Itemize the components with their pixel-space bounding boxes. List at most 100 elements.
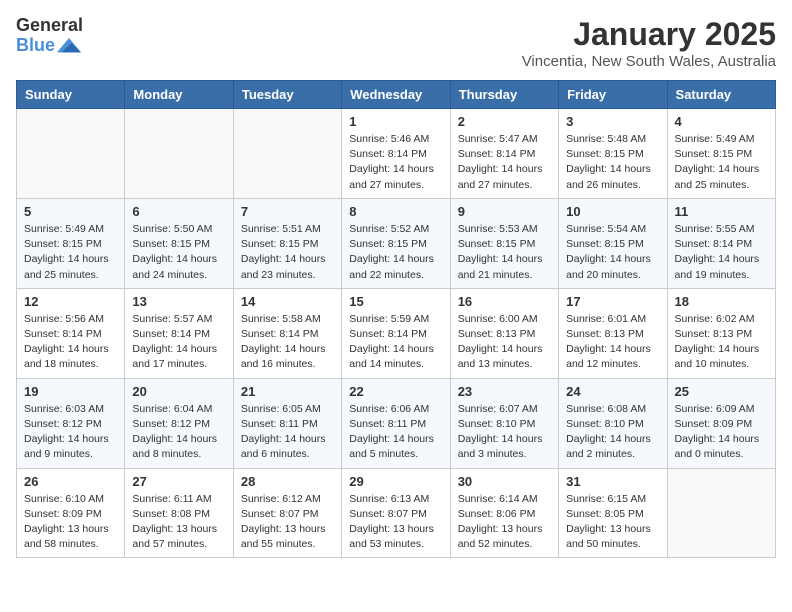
calendar-cell bbox=[125, 109, 233, 199]
day-info: Sunrise: 6:03 AMSunset: 8:12 PMDaylight:… bbox=[24, 402, 117, 463]
day-info: Sunrise: 6:13 AMSunset: 8:07 PMDaylight:… bbox=[349, 492, 442, 553]
day-number: 19 bbox=[24, 384, 117, 399]
day-info: Sunrise: 5:56 AMSunset: 8:14 PMDaylight:… bbox=[24, 312, 117, 373]
calendar-cell: 4 Sunrise: 5:49 AMSunset: 8:15 PMDaylight… bbox=[667, 109, 775, 199]
day-number: 21 bbox=[241, 384, 334, 399]
logo-blue-text: Blue bbox=[16, 36, 55, 56]
weekday-header-saturday: Saturday bbox=[667, 81, 775, 109]
calendar-cell: 19 Sunrise: 6:03 AMSunset: 8:12 PMDayligh… bbox=[17, 378, 125, 468]
day-number: 9 bbox=[458, 204, 551, 219]
day-number: 10 bbox=[566, 204, 659, 219]
day-number: 4 bbox=[675, 114, 768, 129]
calendar-cell: 28 Sunrise: 6:12 AMSunset: 8:07 PMDayligh… bbox=[233, 468, 341, 558]
day-number: 16 bbox=[458, 294, 551, 309]
calendar-cell: 21 Sunrise: 6:05 AMSunset: 8:11 PMDayligh… bbox=[233, 378, 341, 468]
calendar-cell: 3 Sunrise: 5:48 AMSunset: 8:15 PMDaylight… bbox=[559, 109, 667, 199]
day-number: 5 bbox=[24, 204, 117, 219]
calendar-cell: 15Sunrise: 5:59 AMSunset: 8:14 PMDayligh… bbox=[342, 288, 450, 378]
calendar-cell: 17Sunrise: 6:01 AMSunset: 8:13 PMDayligh… bbox=[559, 288, 667, 378]
calendar-table: SundayMondayTuesdayWednesdayThursdayFrid… bbox=[16, 80, 776, 558]
calendar-cell: 6 Sunrise: 5:50 AMSunset: 8:15 PMDaylight… bbox=[125, 198, 233, 288]
day-number: 30 bbox=[458, 474, 551, 489]
location-subtitle: Vincentia, New South Wales, Australia bbox=[522, 53, 776, 70]
calendar-week-row: 26 Sunrise: 6:10 AMSunset: 8:09 PMDayligh… bbox=[17, 468, 776, 558]
calendar-cell bbox=[233, 109, 341, 199]
day-number: 23 bbox=[458, 384, 551, 399]
calendar-cell: 1 Sunrise: 5:46 AMSunset: 8:14 PMDaylight… bbox=[342, 109, 450, 199]
calendar-cell: 12 Sunrise: 5:56 AMSunset: 8:14 PMDayligh… bbox=[17, 288, 125, 378]
day-number: 6 bbox=[132, 204, 225, 219]
day-info: Sunrise: 5:54 AMSunset: 8:15 PMDaylight:… bbox=[566, 222, 659, 283]
logo-general-text: General bbox=[16, 16, 83, 36]
day-info: Sunrise: 6:05 AMSunset: 8:11 PMDaylight:… bbox=[241, 402, 334, 463]
calendar-week-row: 19 Sunrise: 6:03 AMSunset: 8:12 PMDayligh… bbox=[17, 378, 776, 468]
day-number: 27 bbox=[132, 474, 225, 489]
day-info: Sunrise: 5:52 AMSunset: 8:15 PMDaylight:… bbox=[349, 222, 442, 283]
day-number: 25 bbox=[675, 384, 768, 399]
day-number: 7 bbox=[241, 204, 334, 219]
calendar-week-row: 12 Sunrise: 5:56 AMSunset: 8:14 PMDayligh… bbox=[17, 288, 776, 378]
day-info: Sunrise: 5:53 AMSunset: 8:15 PMDaylight:… bbox=[458, 222, 551, 283]
calendar-week-row: 5Sunrise: 5:49 AMSunset: 8:15 PMDaylight… bbox=[17, 198, 776, 288]
weekday-header-row: SundayMondayTuesdayWednesdayThursdayFrid… bbox=[17, 81, 776, 109]
day-info: Sunrise: 6:10 AMSunset: 8:09 PMDaylight:… bbox=[24, 492, 117, 553]
calendar-cell: 7 Sunrise: 5:51 AMSunset: 8:15 PMDaylight… bbox=[233, 198, 341, 288]
calendar-cell: 2Sunrise: 5:47 AMSunset: 8:14 PMDaylight… bbox=[450, 109, 558, 199]
weekday-header-sunday: Sunday bbox=[17, 81, 125, 109]
calendar-cell bbox=[17, 109, 125, 199]
day-number: 8 bbox=[349, 204, 442, 219]
day-info: Sunrise: 6:14 AMSunset: 8:06 PMDaylight:… bbox=[458, 492, 551, 553]
day-number: 26 bbox=[24, 474, 117, 489]
day-number: 24 bbox=[566, 384, 659, 399]
weekday-header-thursday: Thursday bbox=[450, 81, 558, 109]
calendar-week-row: 1 Sunrise: 5:46 AMSunset: 8:14 PMDaylight… bbox=[17, 109, 776, 199]
page-header: General Blue January 2025 Vincentia, New… bbox=[16, 16, 776, 70]
calendar-cell: 20Sunrise: 6:04 AMSunset: 8:12 PMDayligh… bbox=[125, 378, 233, 468]
day-number: 28 bbox=[241, 474, 334, 489]
day-info: Sunrise: 6:09 AMSunset: 8:09 PMDaylight:… bbox=[675, 402, 768, 463]
day-info: Sunrise: 5:51 AMSunset: 8:15 PMDaylight:… bbox=[241, 222, 334, 283]
calendar-cell: 8 Sunrise: 5:52 AMSunset: 8:15 PMDaylight… bbox=[342, 198, 450, 288]
calendar-cell: 29 Sunrise: 6:13 AMSunset: 8:07 PMDayligh… bbox=[342, 468, 450, 558]
day-info: Sunrise: 5:49 AMSunset: 8:15 PMDaylight:… bbox=[675, 132, 768, 193]
calendar-cell: 23 Sunrise: 6:07 AMSunset: 8:10 PMDayligh… bbox=[450, 378, 558, 468]
day-number: 12 bbox=[24, 294, 117, 309]
day-info: Sunrise: 6:00 AMSunset: 8:13 PMDaylight:… bbox=[458, 312, 551, 373]
month-year-title: January 2025 bbox=[522, 16, 776, 53]
title-area: January 2025 Vincentia, New South Wales,… bbox=[522, 16, 776, 70]
calendar-cell: 10 Sunrise: 5:54 AMSunset: 8:15 PMDayligh… bbox=[559, 198, 667, 288]
calendar-cell: 5Sunrise: 5:49 AMSunset: 8:15 PMDaylight… bbox=[17, 198, 125, 288]
day-info: Sunrise: 6:01 AMSunset: 8:13 PMDaylight:… bbox=[566, 312, 659, 373]
day-number: 14 bbox=[241, 294, 334, 309]
day-number: 18 bbox=[675, 294, 768, 309]
logo-icon bbox=[57, 36, 81, 56]
day-info: Sunrise: 6:12 AMSunset: 8:07 PMDaylight:… bbox=[241, 492, 334, 553]
calendar-cell: 18 Sunrise: 6:02 AMSunset: 8:13 PMDayligh… bbox=[667, 288, 775, 378]
day-info: Sunrise: 6:06 AMSunset: 8:11 PMDaylight:… bbox=[349, 402, 442, 463]
day-info: Sunrise: 5:50 AMSunset: 8:15 PMDaylight:… bbox=[132, 222, 225, 283]
day-number: 29 bbox=[349, 474, 442, 489]
weekday-header-monday: Monday bbox=[125, 81, 233, 109]
calendar-cell: 13 Sunrise: 5:57 AMSunset: 8:14 PMDayligh… bbox=[125, 288, 233, 378]
calendar-cell: 9 Sunrise: 5:53 AMSunset: 8:15 PMDaylight… bbox=[450, 198, 558, 288]
day-info: Sunrise: 5:48 AMSunset: 8:15 PMDaylight:… bbox=[566, 132, 659, 193]
logo: General Blue bbox=[16, 16, 83, 56]
day-info: Sunrise: 5:59 AMSunset: 8:14 PMDaylight:… bbox=[349, 312, 442, 373]
day-info: Sunrise: 6:11 AMSunset: 8:08 PMDaylight:… bbox=[132, 492, 225, 553]
day-info: Sunrise: 5:47 AMSunset: 8:14 PMDaylight:… bbox=[458, 132, 551, 193]
calendar-cell: 24Sunrise: 6:08 AMSunset: 8:10 PMDayligh… bbox=[559, 378, 667, 468]
calendar-cell: 16 Sunrise: 6:00 AMSunset: 8:13 PMDayligh… bbox=[450, 288, 558, 378]
day-info: Sunrise: 5:46 AMSunset: 8:14 PMDaylight:… bbox=[349, 132, 442, 193]
day-number: 3 bbox=[566, 114, 659, 129]
calendar-cell: 22Sunrise: 6:06 AMSunset: 8:11 PMDayligh… bbox=[342, 378, 450, 468]
day-info: Sunrise: 5:57 AMSunset: 8:14 PMDaylight:… bbox=[132, 312, 225, 373]
calendar-cell: 26 Sunrise: 6:10 AMSunset: 8:09 PMDayligh… bbox=[17, 468, 125, 558]
day-number: 13 bbox=[132, 294, 225, 309]
day-info: Sunrise: 6:07 AMSunset: 8:10 PMDaylight:… bbox=[458, 402, 551, 463]
day-info: Sunrise: 6:02 AMSunset: 8:13 PMDaylight:… bbox=[675, 312, 768, 373]
calendar-cell bbox=[667, 468, 775, 558]
calendar-cell: 14Sunrise: 5:58 AMSunset: 8:14 PMDayligh… bbox=[233, 288, 341, 378]
day-number: 31 bbox=[566, 474, 659, 489]
day-number: 1 bbox=[349, 114, 442, 129]
calendar-cell: 25 Sunrise: 6:09 AMSunset: 8:09 PMDayligh… bbox=[667, 378, 775, 468]
